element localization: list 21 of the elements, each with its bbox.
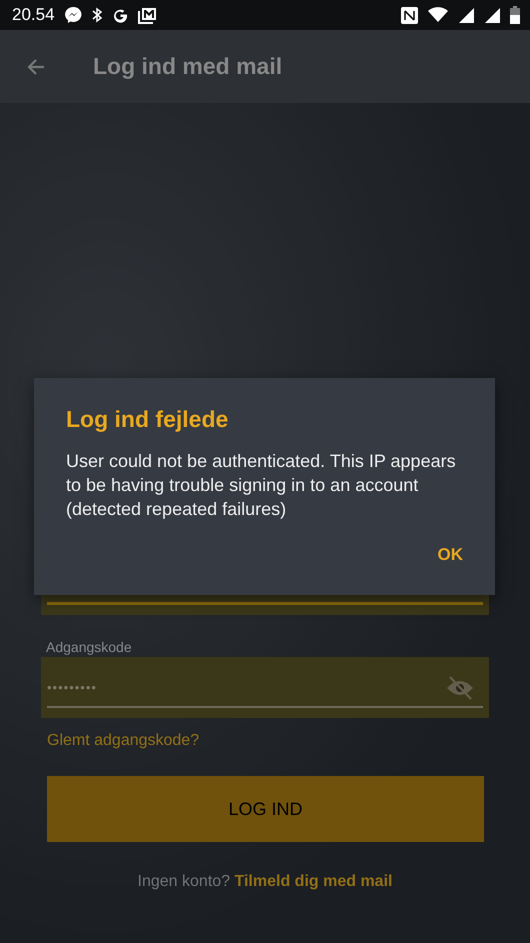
screen-title: Log ind med mail <box>93 53 282 80</box>
messenger-icon <box>64 6 82 24</box>
eye-off-icon[interactable] <box>445 676 475 700</box>
forgot-password-link[interactable]: Glemt adgangskode? <box>47 732 200 750</box>
signal-icon <box>458 6 475 24</box>
password-field[interactable]: ••••••••• <box>41 657 489 718</box>
dialog-title: Log ind fejlede <box>66 406 230 433</box>
mail-icon <box>138 6 157 24</box>
ok-button[interactable]: OK <box>432 539 485 571</box>
wifi-icon <box>427 7 449 23</box>
battery-icon <box>510 6 520 24</box>
signup-link[interactable]: Tilmeld dig med mail <box>234 873 392 890</box>
signal-icon <box>484 6 501 24</box>
field-label: Adgangskode <box>46 639 133 655</box>
dialog-message: User could not be authenticated. This IP appears to be having trouble signing in to an account (detected repeated failures) <box>66 450 457 521</box>
google-icon <box>112 6 129 24</box>
bluetooth-icon <box>90 7 103 23</box>
login-button[interactable]: LOG IND <box>47 776 484 842</box>
status-time: 20.54 <box>12 5 55 25</box>
signup-prompt: Ingen konto? Tilmeld dig med mail <box>136 873 394 891</box>
nfc-icon <box>401 6 418 24</box>
